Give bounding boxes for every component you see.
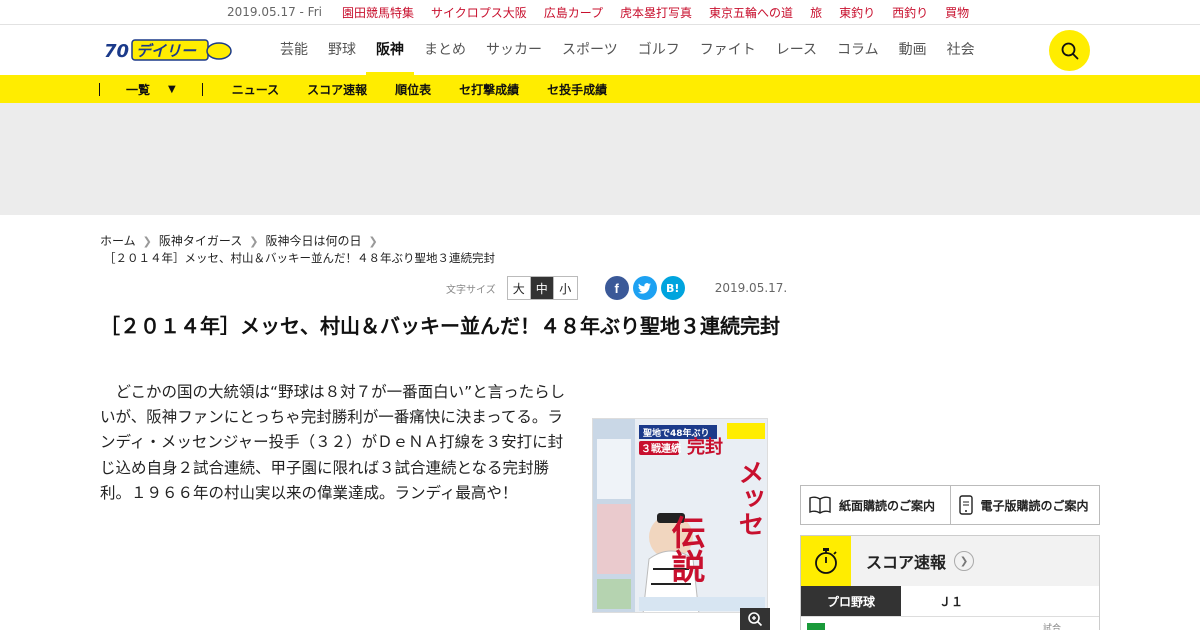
score-tabs: プロ野球 Ｊ１ — [801, 586, 1099, 616]
caret-down-icon: ▼ — [168, 83, 176, 95]
search-button[interactable] — [1049, 30, 1090, 71]
score-title: スコア速報 — [866, 553, 947, 572]
stopwatch-icon — [801, 536, 851, 586]
nav-golf[interactable]: ゴルフ — [638, 25, 680, 75]
facebook-share-icon[interactable]: f — [604, 276, 629, 300]
tab-j1[interactable]: Ｊ１ — [901, 586, 1001, 616]
twitter-share-icon[interactable] — [632, 276, 657, 300]
smartphone-icon — [958, 495, 973, 515]
font-size-selector: 大 中 小 — [506, 276, 578, 300]
breadcrumb-tigers[interactable]: 阪神タイガース — [159, 233, 242, 250]
newspaper-illustration: 聖地で48年ぶり ３戦連続 完封 伝説 メッセ — [593, 419, 767, 612]
chevron-right-icon[interactable]: ❯ — [954, 551, 975, 571]
article-date: 2019.05.17. — [714, 281, 788, 295]
newspaper-front-page-image[interactable]: 聖地で48年ぶり ３戦連続 完封 伝説 メッセ — [592, 418, 768, 613]
image-zoom-button[interactable] — [740, 608, 770, 630]
tab-pro-baseball[interactable]: プロ野球 — [801, 586, 901, 616]
image-badge: ３戦連続 — [641, 442, 681, 455]
subnav-list-dropdown[interactable]: 一覧 ▼ — [126, 81, 176, 98]
digital-subscription-label: 電子版購読のご案内 — [980, 498, 1089, 513]
subnav-score[interactable]: スコア速報 — [307, 81, 367, 98]
main-nav: 芸能 野球 阪神 まとめ サッカー スポーツ ゴルフ ファイト レース コラム … — [280, 25, 995, 75]
image-headline-side: メッセ — [734, 459, 764, 537]
font-size-large-button[interactable]: 大 — [507, 277, 531, 299]
subnav-batting-stats[interactable]: セ打撃成績 — [459, 81, 519, 98]
top-link-east-fishing[interactable]: 東釣り — [839, 4, 875, 21]
hatena-bookmark-icon[interactable]: B! — [660, 276, 685, 300]
site-header: 70 デイリー 芸能 野球 阪神 まとめ サッカー スポーツ ゴルフ ファイト … — [0, 25, 1200, 75]
score-widget: スコア速報 ❯ プロ野球 Ｊ１ 試合 — [800, 535, 1100, 630]
nav-society[interactable]: 社会 — [947, 25, 975, 75]
top-date: 2019.05.17 - Fri — [227, 5, 322, 19]
nav-column[interactable]: コラム — [837, 25, 879, 75]
chevron-right-icon: ❯ — [368, 235, 378, 248]
site-logo[interactable]: 70 デイリー — [104, 37, 234, 63]
nav-geinou[interactable]: 芸能 — [280, 25, 308, 75]
top-strip: 2019.05.17 - Fri 園田競馬特集 サイクロプス大阪 広島カープ 虎… — [0, 0, 1200, 25]
sub-nav: 一覧 ▼ ニュース スコア速報 順位表 セ打撃成績 セ投手成績 — [0, 75, 1200, 103]
breadcrumb-current: ［２０１４年］メッセ、村山＆バッキー並んだ！４８年ぶり聖地３連続完封 — [104, 251, 495, 265]
font-size-label: 文字サイズ — [446, 284, 496, 296]
nav-yakyu[interactable]: 野球 — [328, 25, 356, 75]
chevron-right-icon: ❯ — [249, 235, 259, 248]
top-link-homerun-photos[interactable]: 虎本塁打写真 — [620, 4, 692, 21]
breadcrumb-today-in-history[interactable]: 阪神今日は何の日 — [265, 233, 361, 250]
top-link-cyclops[interactable]: サイクロプス大阪 — [431, 4, 527, 21]
subnav-divider — [201, 82, 203, 96]
nav-race[interactable]: レース — [776, 25, 817, 75]
top-link-shopping[interactable]: 買物 — [945, 4, 969, 21]
image-headline-bottom: 伝説 — [665, 515, 705, 583]
share-buttons: f B! — [604, 276, 685, 300]
subnav-divider — [99, 82, 100, 96]
subnav-list-label: 一覧 — [126, 82, 151, 97]
nav-sports[interactable]: スポーツ — [562, 25, 618, 75]
nav-video[interactable]: 動画 — [899, 25, 927, 75]
top-link-carp[interactable]: 広島カープ — [544, 4, 603, 21]
nav-matome[interactable]: まとめ — [424, 25, 466, 75]
logo-text: デイリー — [136, 42, 197, 60]
ad-banner-area — [0, 103, 1200, 215]
top-link-olympics[interactable]: 東京五輪への道 — [709, 4, 793, 21]
top-link-travel[interactable]: 旅 — [810, 4, 822, 21]
score-header: スコア速報 ❯ — [801, 536, 1099, 586]
team-color-marker — [807, 623, 825, 630]
subnav-pitching-stats[interactable]: セ投手成績 — [547, 81, 607, 98]
logo-number: 70 — [104, 41, 129, 62]
nav-fight[interactable]: ファイト — [700, 25, 756, 75]
article-body: どこかの国の大統領は“野球は８対７が一番面白い”と言ったらしいが、阪神ファンにと… — [100, 383, 566, 502]
top-link-sonoda[interactable]: 園田競馬特集 — [342, 4, 414, 21]
breadcrumb-home[interactable]: ホーム — [100, 233, 136, 250]
paper-subscription-label: 紙面購読のご案内 — [839, 498, 936, 513]
search-icon — [1061, 42, 1078, 59]
font-size-medium-button[interactable]: 中 — [530, 277, 554, 299]
font-size-small-button[interactable]: 小 — [553, 277, 577, 299]
chevron-right-icon: ❯ — [142, 235, 152, 248]
digital-subscription-button[interactable]: 電子版購読のご案内 — [951, 486, 1100, 524]
book-icon — [809, 496, 831, 514]
score-row-note: 試合 — [1043, 624, 1062, 630]
breadcrumb: ホーム ❯ 阪神タイガース ❯ 阪神今日は何の日 ❯ ［２０１４年］メッセ、村山… — [100, 233, 495, 267]
subnav-news[interactable]: ニュース — [232, 81, 279, 98]
subnav-standings[interactable]: 順位表 — [395, 81, 431, 98]
paper-subscription-button[interactable]: 紙面購読のご案内 — [801, 486, 951, 524]
twitter-bird-icon — [638, 282, 652, 294]
top-link-west-fishing[interactable]: 西釣り — [892, 4, 928, 21]
score-row[interactable]: 試合 — [801, 616, 1099, 630]
article-headline: ［２０１４年］メッセ、村山＆バッキー並んだ！４８年ぶり聖地３連続完封 — [100, 314, 780, 338]
subscription-links: 紙面購読のご案内 電子版購読のご案内 — [800, 485, 1100, 525]
nav-hanshin[interactable]: 阪神 — [366, 25, 414, 75]
zoom-in-icon — [748, 612, 763, 627]
article-tools: 文字サイズ 大 中 小 f B! 2019.05.17. — [446, 276, 787, 300]
nav-soccer[interactable]: サッカー — [486, 25, 542, 75]
image-headline-big: 完封 — [687, 436, 723, 458]
